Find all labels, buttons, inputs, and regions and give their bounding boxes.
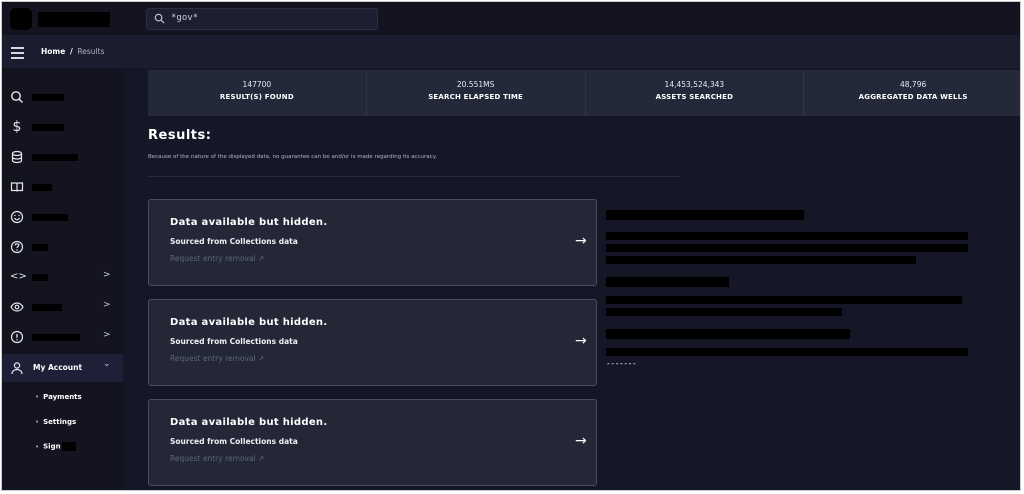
arrow-right-icon[interactable]: → xyxy=(575,333,587,349)
sidebar-label-redacted xyxy=(32,124,64,131)
sidebar-item-api[interactable]: <> > xyxy=(2,263,123,291)
redacted-text xyxy=(606,348,968,356)
redacted-text xyxy=(606,244,968,252)
sidebar-label-redacted xyxy=(32,274,48,281)
sidebar: $ <> > > > My Account ⌄ • Payments • Set… xyxy=(2,68,123,490)
stat-label: SEARCH ELAPSED TIME xyxy=(428,93,524,101)
menu-toggle-icon[interactable] xyxy=(11,47,24,62)
stat-data-wells: 48,796 AGGREGATED DATA WELLS xyxy=(804,70,1020,116)
breadcrumb-home[interactable]: Home xyxy=(41,47,65,56)
book-icon xyxy=(10,182,24,192)
redacted-heading xyxy=(606,329,850,339)
sidebar-label-redacted xyxy=(32,244,48,251)
stat-value: 14,453,524,343 xyxy=(664,80,725,89)
sidebar-label-redacted xyxy=(32,154,78,161)
sidebar-item-pricing[interactable]: $ xyxy=(2,113,123,141)
top-bar: *gov* xyxy=(2,2,1020,35)
arrow-right-icon[interactable]: → xyxy=(575,433,587,449)
stat-value: 48,796 xyxy=(900,80,927,89)
result-card[interactable]: Data available but hidden. Sourced from … xyxy=(148,199,597,286)
redacted-heading xyxy=(606,277,729,287)
breadcrumb-bar: Home / Results xyxy=(2,35,1020,68)
smile-icon xyxy=(10,210,24,224)
stat-elapsed-time: 20.551MS SEARCH ELAPSED TIME xyxy=(367,70,586,116)
redacted-text xyxy=(606,296,962,304)
result-source: Sourced from Collections data xyxy=(170,337,298,346)
chevron-down-icon: ⌄ xyxy=(103,359,111,369)
sidebar-item-label: My Account xyxy=(33,363,83,372)
submenu-label: Payments xyxy=(43,393,82,401)
code-icon: <> xyxy=(10,271,27,282)
sidebar-item-my-account[interactable]: My Account ⌄ xyxy=(2,354,123,382)
stat-label: AGGREGATED DATA WELLS xyxy=(858,93,968,101)
redacted-heading xyxy=(606,210,804,220)
sidebar-item-monitor[interactable]: > xyxy=(2,293,123,321)
chevron-right-icon: > xyxy=(103,270,111,280)
stat-label: ASSETS SEARCHED xyxy=(655,93,734,101)
submenu-label: Sign xyxy=(43,442,61,451)
chevron-right-icon: > xyxy=(103,330,111,340)
redacted-text xyxy=(606,308,842,316)
dollar-icon: $ xyxy=(12,119,22,135)
breadcrumb: Home / Results xyxy=(41,47,104,56)
breadcrumb-current: Results xyxy=(77,47,105,56)
redacted-text xyxy=(606,256,916,264)
submenu-sign[interactable]: • Sign xyxy=(35,442,76,451)
stat-label: RESULT(S) FOUND xyxy=(219,93,294,101)
sidebar-item-help[interactable] xyxy=(2,233,123,261)
sidebar-item-smile[interactable] xyxy=(2,203,123,231)
sidebar-label-redacted xyxy=(32,214,68,221)
arrow-right-icon[interactable]: → xyxy=(575,233,587,249)
divider xyxy=(148,176,681,177)
result-source: Sourced from Collections data xyxy=(170,237,298,246)
search-input[interactable]: *gov* xyxy=(146,8,378,30)
database-icon xyxy=(11,150,23,164)
stats-bar: 147700 RESULT(S) FOUND 20.551MS SEARCH E… xyxy=(148,70,1020,116)
logo-text-redacted xyxy=(38,12,110,27)
chevron-right-icon: > xyxy=(103,300,111,310)
result-source: Sourced from Collections data xyxy=(170,437,298,446)
search-icon xyxy=(11,91,23,103)
result-title: Data available but hidden. xyxy=(170,217,328,228)
stat-value: 20.551MS xyxy=(456,80,495,89)
search-icon xyxy=(154,13,165,24)
redacted-trailing: ------- xyxy=(606,359,637,368)
submenu-payments[interactable]: • Payments xyxy=(35,393,82,401)
request-removal-link[interactable]: Request entry removal ↗ xyxy=(170,454,264,463)
redacted-text xyxy=(606,232,968,240)
sidebar-item-docs[interactable] xyxy=(2,173,123,201)
user-icon xyxy=(11,362,23,375)
sidebar-item-database[interactable] xyxy=(2,143,123,171)
submenu-label-redacted xyxy=(61,442,76,451)
request-removal-link[interactable]: Request entry removal ↗ xyxy=(170,254,264,263)
result-title: Data available but hidden. xyxy=(170,317,328,328)
result-card[interactable]: Data available but hidden. Sourced from … xyxy=(148,299,597,386)
sidebar-item-search[interactable] xyxy=(2,83,123,111)
submenu-label: Settings xyxy=(43,418,77,426)
sidebar-label-redacted xyxy=(32,304,62,311)
sidebar-label-redacted xyxy=(32,184,52,191)
results-disclaimer: Because of the nature of the displayed d… xyxy=(148,154,437,160)
breadcrumb-separator: / xyxy=(69,47,73,56)
sidebar-item-alerts[interactable]: > xyxy=(2,323,123,351)
sidebar-label-redacted xyxy=(32,94,64,101)
app-window: *gov* Home / Results $ <> > > > My Accou… xyxy=(1,1,1021,491)
sidebar-label-redacted xyxy=(32,334,80,341)
result-card[interactable]: Data available but hidden. Sourced from … xyxy=(148,399,597,486)
logo[interactable] xyxy=(10,8,32,30)
submenu-settings[interactable]: • Settings xyxy=(35,418,76,426)
help-icon xyxy=(10,240,24,254)
stat-results-found: 147700 RESULT(S) FOUND xyxy=(148,70,367,116)
alert-icon xyxy=(10,330,24,344)
stat-assets-searched: 14,453,524,343 ASSETS SEARCHED xyxy=(586,70,805,116)
page-title: Results: xyxy=(148,128,212,143)
eye-icon xyxy=(10,302,24,312)
stat-value: 147700 xyxy=(242,80,272,89)
search-value[interactable]: *gov* xyxy=(171,13,198,23)
request-removal-link[interactable]: Request entry removal ↗ xyxy=(170,354,264,363)
result-title: Data available but hidden. xyxy=(170,417,328,428)
